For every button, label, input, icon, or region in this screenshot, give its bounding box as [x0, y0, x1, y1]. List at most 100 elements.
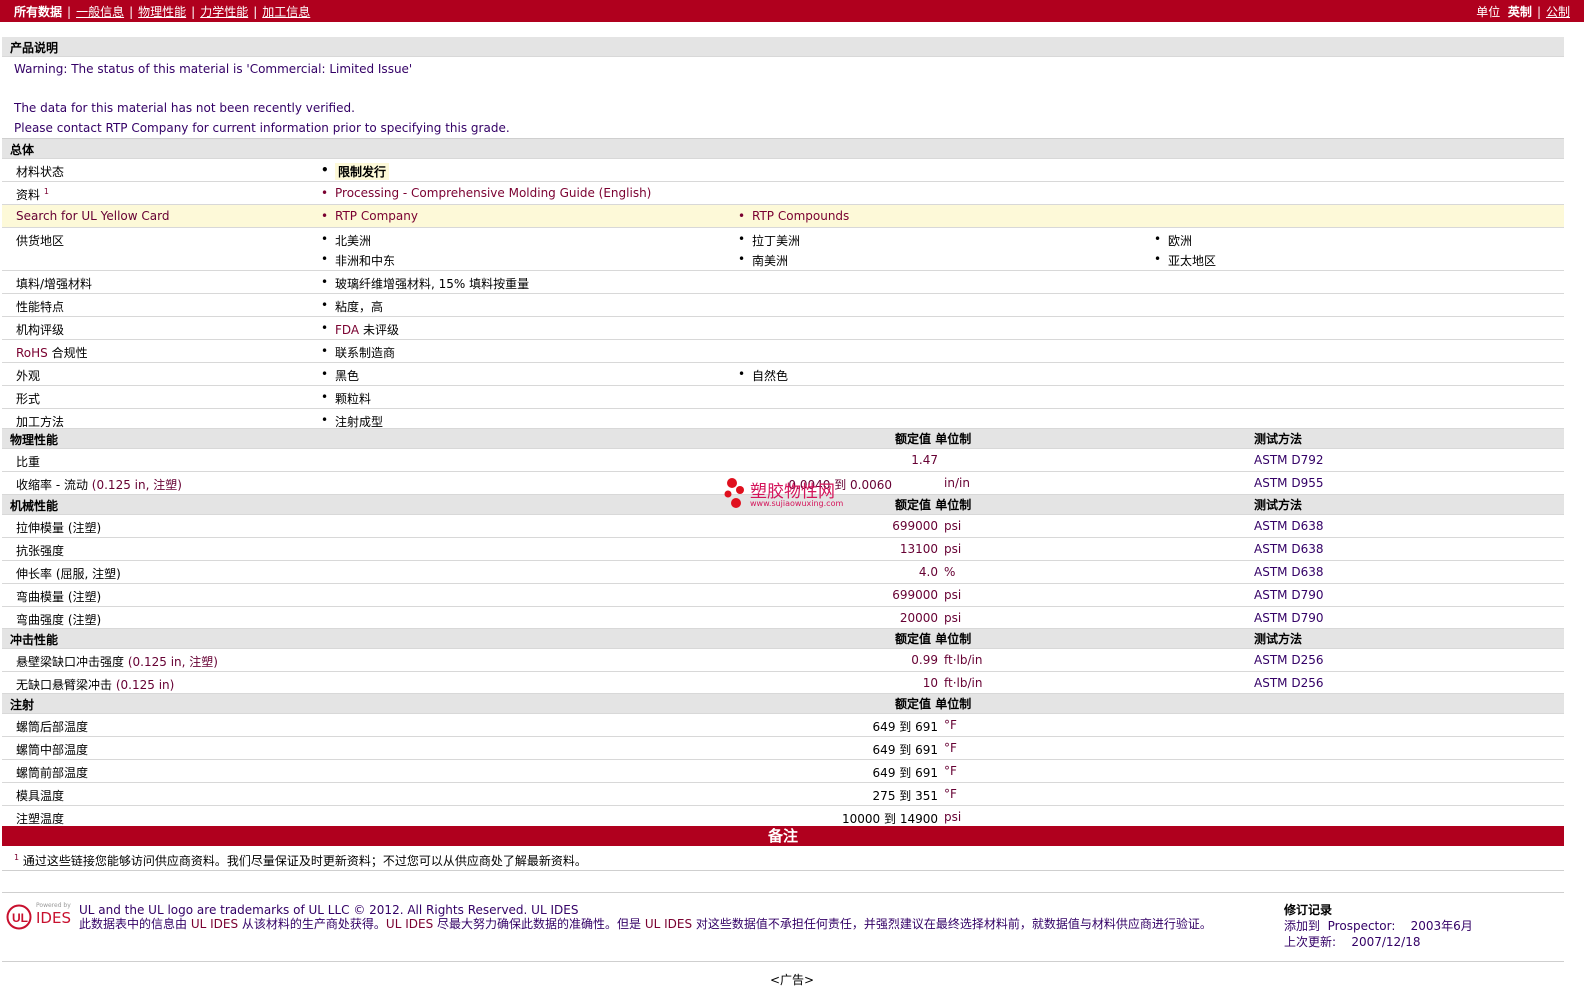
- watermark-dots-icon: [724, 478, 744, 508]
- divider: [2, 961, 1564, 962]
- row-unit: °F: [944, 741, 957, 755]
- status-value: 限制发行: [321, 163, 390, 180]
- footnote-text: 通过这些链接您能够访问供应商资料。我们尽量保证及时更新资料；不过您可以从供应商处…: [22, 854, 587, 868]
- fda-link[interactable]: FDA: [335, 323, 359, 337]
- row-agency-ratings: 机构评级 FDA 未评级: [2, 317, 1564, 340]
- row-label: RoHS 合规性: [16, 346, 88, 360]
- nav-all-data[interactable]: 所有数据: [14, 5, 62, 19]
- nav-general[interactable]: 一般信息: [76, 5, 124, 19]
- appearance-value: 自然色: [738, 367, 788, 384]
- region-item: 北美洲: [321, 232, 371, 249]
- units-metric[interactable]: 公制: [1546, 5, 1570, 19]
- watermark-logo: 塑胶物性网 www.sujiaowuxing.com: [720, 476, 843, 513]
- row-unit: in/in: [944, 476, 970, 490]
- header-nominal-unit: 额定值 单位制: [895, 632, 972, 646]
- form-value: 颗粒料: [321, 390, 371, 407]
- row-test: ASTM D256: [1254, 676, 1324, 690]
- ides-text: IDES: [36, 909, 71, 927]
- nav-processing[interactable]: 加工信息: [262, 5, 310, 19]
- row-value: 649 到 691: [872, 766, 938, 780]
- row-value: 649 到 691: [872, 720, 938, 734]
- table-row: 抗张强度 13100 psi ASTM D638: [2, 538, 1564, 561]
- row-unit: %: [944, 565, 956, 579]
- desc-not-verified: The data for this material has not been …: [14, 101, 355, 115]
- row-label: 材料状态: [16, 165, 65, 179]
- desc-warning: Warning: The status of this material is …: [14, 62, 413, 76]
- row-label: 抗张强度: [16, 544, 65, 558]
- row-label: 注塑温度: [16, 812, 65, 826]
- copyright-line: UL and the UL logo are trademarks of UL …: [79, 903, 579, 917]
- ul-link-rtp-compounds[interactable]: RTP Compounds: [738, 209, 849, 223]
- row-test: ASTM D792: [1254, 453, 1324, 467]
- section-product-desc: 产品说明: [2, 37, 1564, 57]
- ul-link-rtp-company[interactable]: RTP Company: [321, 209, 418, 223]
- row-label: 模具温度: [16, 789, 65, 803]
- row-value: 699000: [892, 519, 938, 533]
- nav-physical[interactable]: 物理性能: [138, 5, 186, 19]
- divider: [2, 892, 1564, 893]
- header-test-method: 测试方法: [1254, 498, 1303, 512]
- row-value: 699000: [892, 588, 938, 602]
- row-form: 形式 颗粒料: [2, 386, 1564, 409]
- table-row: 模具温度 275 到 351 °F: [2, 783, 1564, 806]
- nav-mechanical[interactable]: 力学性能: [200, 5, 248, 19]
- divider: [2, 870, 1564, 871]
- row-label: 弯曲强度 (注塑): [16, 613, 102, 627]
- row-value: 20000: [899, 611, 938, 625]
- header-nominal-unit: 额定值 单位制: [895, 498, 972, 512]
- row-label: Search for UL Yellow Card: [16, 209, 170, 223]
- revision-updated: 上次更新: 2007/12/18: [1284, 935, 1421, 949]
- row-features: 性能特点 粘度，高: [2, 294, 1564, 317]
- row-label: 收缩率 - 流动 (0.125 in, 注塑): [16, 478, 182, 492]
- row-value: 13100: [899, 542, 938, 556]
- section-title: 机械性能: [10, 499, 59, 513]
- row-label: 资料 1: [16, 187, 49, 202]
- section-general: 总体: [2, 139, 1564, 159]
- table-row: 悬壁梁缺口冲击强度 (0.125 in, 注塑) 0.99 ft·lb/in A…: [2, 649, 1564, 672]
- feature-value: 粘度，高: [321, 298, 383, 315]
- svg-text:UL: UL: [12, 911, 28, 925]
- row-regions: 供货地区 北美洲 拉丁美洲 欧洲 非洲和中东 南美洲 亚太地区: [2, 228, 1564, 271]
- filler-value: 玻璃纤维增强材料, 15% 填料按重量: [321, 275, 529, 292]
- region-item: 欧洲: [1154, 232, 1192, 249]
- row-appearance: 外观 黑色 自然色: [2, 363, 1564, 386]
- row-test: ASTM D638: [1254, 542, 1324, 556]
- desc-contact: Please contact RTP Company for current i…: [14, 121, 510, 135]
- row-test: ASTM D256: [1254, 653, 1324, 667]
- row-label: 拉伸模量 (注塑): [16, 521, 102, 535]
- row-test: ASTM D638: [1254, 519, 1324, 533]
- section-title: 物理性能: [10, 433, 59, 447]
- row-label: 加工方法: [16, 415, 65, 429]
- rohs-link[interactable]: RoHS: [16, 346, 48, 360]
- doc-link[interactable]: Processing - Comprehensive Molding Guide…: [321, 186, 651, 200]
- row-label: 螺筒后部温度: [16, 720, 89, 734]
- region-item: 亚太地区: [1154, 252, 1216, 269]
- row-unit: psi: [944, 588, 962, 602]
- region-item: 南美洲: [738, 252, 788, 269]
- section-physical: 物理性能 额定值 单位制 测试方法: [2, 429, 1564, 449]
- row-label: 性能特点: [16, 300, 65, 314]
- row-unit: °F: [944, 787, 957, 801]
- header-test-method: 测试方法: [1254, 632, 1303, 646]
- row-label: 供货地区: [16, 234, 65, 248]
- row-label: 伸长率 (屈服, 注塑): [16, 567, 121, 581]
- watermark-url: www.sujiaowuxing.com: [750, 499, 844, 508]
- section-title: 冲击性能: [10, 633, 59, 647]
- table-row: 比重 1.47 ASTM D792: [2, 449, 1564, 472]
- row-value: 4.0: [918, 565, 938, 579]
- row-processing-method: 加工方法 注射成型: [2, 409, 1564, 429]
- row-value: 1.47: [911, 453, 938, 467]
- header-nominal-unit: 额定值 单位制: [895, 697, 972, 711]
- disclaimer-line: 此数据表中的信息由 UL IDES 从该材料的生产商处获得。UL IDES 尽最…: [79, 917, 1212, 931]
- table-row: 注塑温度 10000 到 14900 psi: [2, 806, 1564, 826]
- row-label: 形式: [16, 392, 41, 406]
- revision-title: 修订记录: [1284, 903, 1333, 917]
- footer-disclaimer: UL and the UL logo are trademarks of UL …: [79, 903, 1269, 931]
- row-value: 275 到 351: [872, 789, 938, 803]
- units-english[interactable]: 英制: [1508, 5, 1532, 19]
- row-unit: °F: [944, 764, 957, 778]
- table-row: 螺筒前部温度 649 到 691 °F: [2, 760, 1564, 783]
- header-test-method: 测试方法: [1254, 432, 1303, 446]
- table-row: 无缺口悬臂梁冲击 (0.125 in) 10 ft·lb/in ASTM D25…: [2, 672, 1564, 694]
- rohs-value: 联系制造商: [321, 344, 395, 361]
